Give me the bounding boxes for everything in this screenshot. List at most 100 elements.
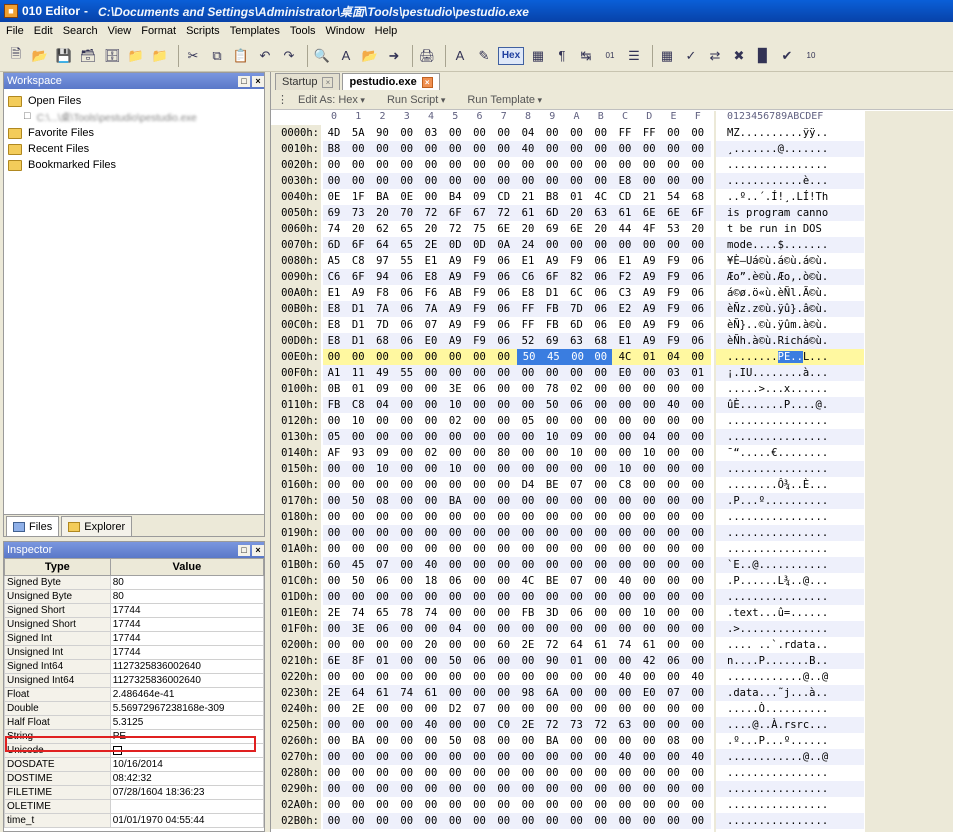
hex-byte[interactable]: 74 — [420, 605, 442, 621]
hex-byte[interactable]: 00 — [590, 157, 612, 173]
hex-row[interactable]: 0100h: 0B 01 09 00 00 3E 06 00 00 78 02 00 00 00 00 00..… — [271, 381, 953, 397]
hex-byte[interactable]: 00 — [396, 157, 418, 173]
hex-row[interactable]: 0030h: 00 00 00 00 00 00 00 00 00 00 00 00 E8 00 00 00..… — [271, 173, 953, 189]
hex-byte[interactable]: 00 — [590, 509, 612, 525]
hex-byte[interactable]: 00 — [614, 429, 636, 445]
hex-byte[interactable]: 06 — [493, 269, 515, 285]
hex-byte[interactable]: FF — [614, 125, 636, 141]
hex-byte[interactable]: 08 — [372, 493, 394, 509]
inspector-row[interactable]: Unsigned Short 17744 — [4, 617, 264, 632]
hex-byte[interactable]: 06 — [469, 653, 491, 669]
binary-icon[interactable]: 01 — [600, 46, 620, 66]
hex-byte[interactable]: 00 — [565, 349, 590, 365]
inspector-value[interactable]: 17744 — [109, 645, 264, 660]
hex-byte[interactable]: 45 — [541, 349, 566, 365]
hex-byte[interactable]: 09 — [372, 445, 394, 461]
hex-byte[interactable]: 00 — [614, 493, 636, 509]
hex-row[interactable]: 0040h: 0E 1F BA 0E 00 B4 09 CD 21 B8 01 4C CD 21 54 68..… — [271, 189, 953, 205]
hex-byte[interactable]: 00 — [541, 525, 563, 541]
hex-byte[interactable]: 55 — [396, 253, 418, 269]
hex-byte[interactable]: 00 — [638, 413, 660, 429]
hex-byte[interactable]: 00 — [493, 621, 515, 637]
hex-byte[interactable]: 00 — [638, 669, 660, 685]
hex-byte[interactable]: 00 — [541, 557, 563, 573]
hex-byte[interactable]: 00 — [444, 141, 466, 157]
hex-byte[interactable]: 00 — [469, 685, 491, 701]
hex-byte[interactable]: 06 — [687, 317, 709, 333]
hex-byte[interactable]: 00 — [687, 173, 709, 189]
hex-byte[interactable]: 00 — [590, 621, 612, 637]
hex-byte[interactable]: 00 — [663, 781, 685, 797]
hex-row[interactable]: 0070h: 6D 6F 64 65 2E 0D 0D 0A 24 00 00 00 00 00 00 00 mo… — [271, 237, 953, 253]
hex-byte[interactable]: 00 — [420, 653, 442, 669]
ascii-text[interactable]: èÑ}..©ù.ÿûm.à©ù. — [716, 317, 864, 333]
hex-byte[interactable]: 00 — [566, 461, 588, 477]
hex-byte[interactable]: A9 — [444, 301, 466, 317]
hex-bytes[interactable]: 00 00 00 00 00 00 00 00 00 00 00 00 00 00 00 00 — [323, 797, 711, 813]
hex-byte[interactable]: 00 — [663, 573, 685, 589]
tools-icon[interactable]: ✖ — [729, 46, 749, 66]
hex-byte[interactable]: 61 — [420, 685, 442, 701]
hex-byte[interactable]: 00 — [444, 797, 466, 813]
hex-byte[interactable]: 00 — [347, 765, 369, 781]
menu-window[interactable]: Window — [326, 25, 365, 37]
hex-row[interactable]: 0140h: AF 93 09 00 02 00 00 80 00 00 10 00 00 10 00 00 ¯“… — [271, 445, 953, 461]
hex-byte[interactable]: 40 — [614, 573, 636, 589]
hex-byte[interactable]: 00 — [663, 429, 685, 445]
hex-byte[interactable]: 00 — [420, 781, 442, 797]
hex-byte[interactable]: A9 — [541, 253, 563, 269]
highlight-icon[interactable]: ✎ — [474, 46, 494, 66]
close-tab-icon[interactable]: × — [322, 76, 334, 88]
hex-byte[interactable]: 08 — [469, 733, 491, 749]
inspector-row[interactable]: Unsigned Int64 1127325836002640 — [4, 673, 264, 688]
hex-byte[interactable]: E8 — [323, 301, 345, 317]
hex-byte[interactable]: 00 — [517, 381, 539, 397]
hex-byte[interactable]: 00 — [444, 125, 466, 141]
edit-as-dropdown[interactable]: Edit As: Hex — [298, 94, 365, 106]
hex-byte[interactable]: 54 — [663, 189, 685, 205]
hex-byte[interactable]: 00 — [638, 797, 660, 813]
hex-byte[interactable]: 04 — [663, 349, 685, 365]
hex-byte[interactable]: B8 — [541, 189, 563, 205]
hex-byte[interactable]: 00 — [396, 749, 418, 765]
hex-byte[interactable]: 04 — [372, 397, 394, 413]
hex-byte[interactable]: 00 — [493, 701, 515, 717]
hex-byte[interactable]: 00 — [372, 781, 394, 797]
hex-byte[interactable]: 00 — [687, 429, 709, 445]
hex-row[interactable]: 00D0h: E8 D1 68 06 E0 A9 F9 06 52 69 63 68 E1 A9 F9 06 èÑ… — [271, 333, 953, 349]
hex-byte[interactable]: 73 — [566, 717, 588, 733]
hex-row[interactable]: 0080h: A5 C8 97 55 E1 A9 F9 06 E1 A9 F9 06 E1 A9 F9 06 ¥È… — [271, 253, 953, 269]
inspector-value[interactable]: 5.56972967238168e-309 — [109, 701, 264, 716]
hex-byte[interactable]: 00 — [638, 493, 660, 509]
hex-byte[interactable]: 00 — [687, 605, 709, 621]
menu-view[interactable]: View — [108, 25, 132, 37]
hex-byte[interactable]: 3E — [444, 381, 466, 397]
find-icon[interactable]: 🔍 — [312, 46, 332, 66]
ascii-text[interactable]: ¸.......@....... — [716, 141, 864, 157]
hex-byte[interactable]: 00 — [469, 621, 491, 637]
hex-byte[interactable]: 06 — [493, 301, 515, 317]
hex-byte[interactable]: A9 — [444, 333, 466, 349]
hex-byte[interactable]: 07 — [469, 701, 491, 717]
hex-byte[interactable]: 00 — [541, 445, 563, 461]
calculator-icon[interactable]: ▦ — [657, 46, 677, 66]
hex-bytes[interactable]: 74 20 62 65 20 72 75 6E 20 69 6E 20 44 4F 53 20 — [323, 221, 711, 237]
hex-byte[interactable]: 00 — [590, 125, 612, 141]
close-tab-icon[interactable]: × — [421, 76, 433, 88]
hex-byte[interactable]: AF — [323, 445, 345, 461]
hex-byte[interactable]: 00 — [420, 669, 442, 685]
ascii-text[interactable]: .P...º.......... — [716, 493, 864, 509]
hex-byte[interactable]: 00 — [420, 477, 442, 493]
hex-byte[interactable]: F9 — [469, 317, 491, 333]
hex-byte[interactable]: D2 — [444, 701, 466, 717]
hex-bytes[interactable]: 00 00 00 00 00 00 00 00 00 00 00 00 00 00 00 00 — [323, 525, 711, 541]
hex-byte[interactable]: 06 — [687, 301, 709, 317]
hex-byte[interactable]: 06 — [590, 301, 612, 317]
hex-byte[interactable]: FF — [517, 301, 539, 317]
hex-byte[interactable]: 20 — [566, 205, 588, 221]
hex-byte[interactable]: 00 — [638, 525, 660, 541]
hex-byte[interactable]: 6C — [566, 285, 588, 301]
hex-byte[interactable]: 00 — [687, 381, 709, 397]
ascii-text[interactable]: .º...P...º...... — [716, 733, 864, 749]
hex-byte[interactable]: 00 — [444, 429, 466, 445]
